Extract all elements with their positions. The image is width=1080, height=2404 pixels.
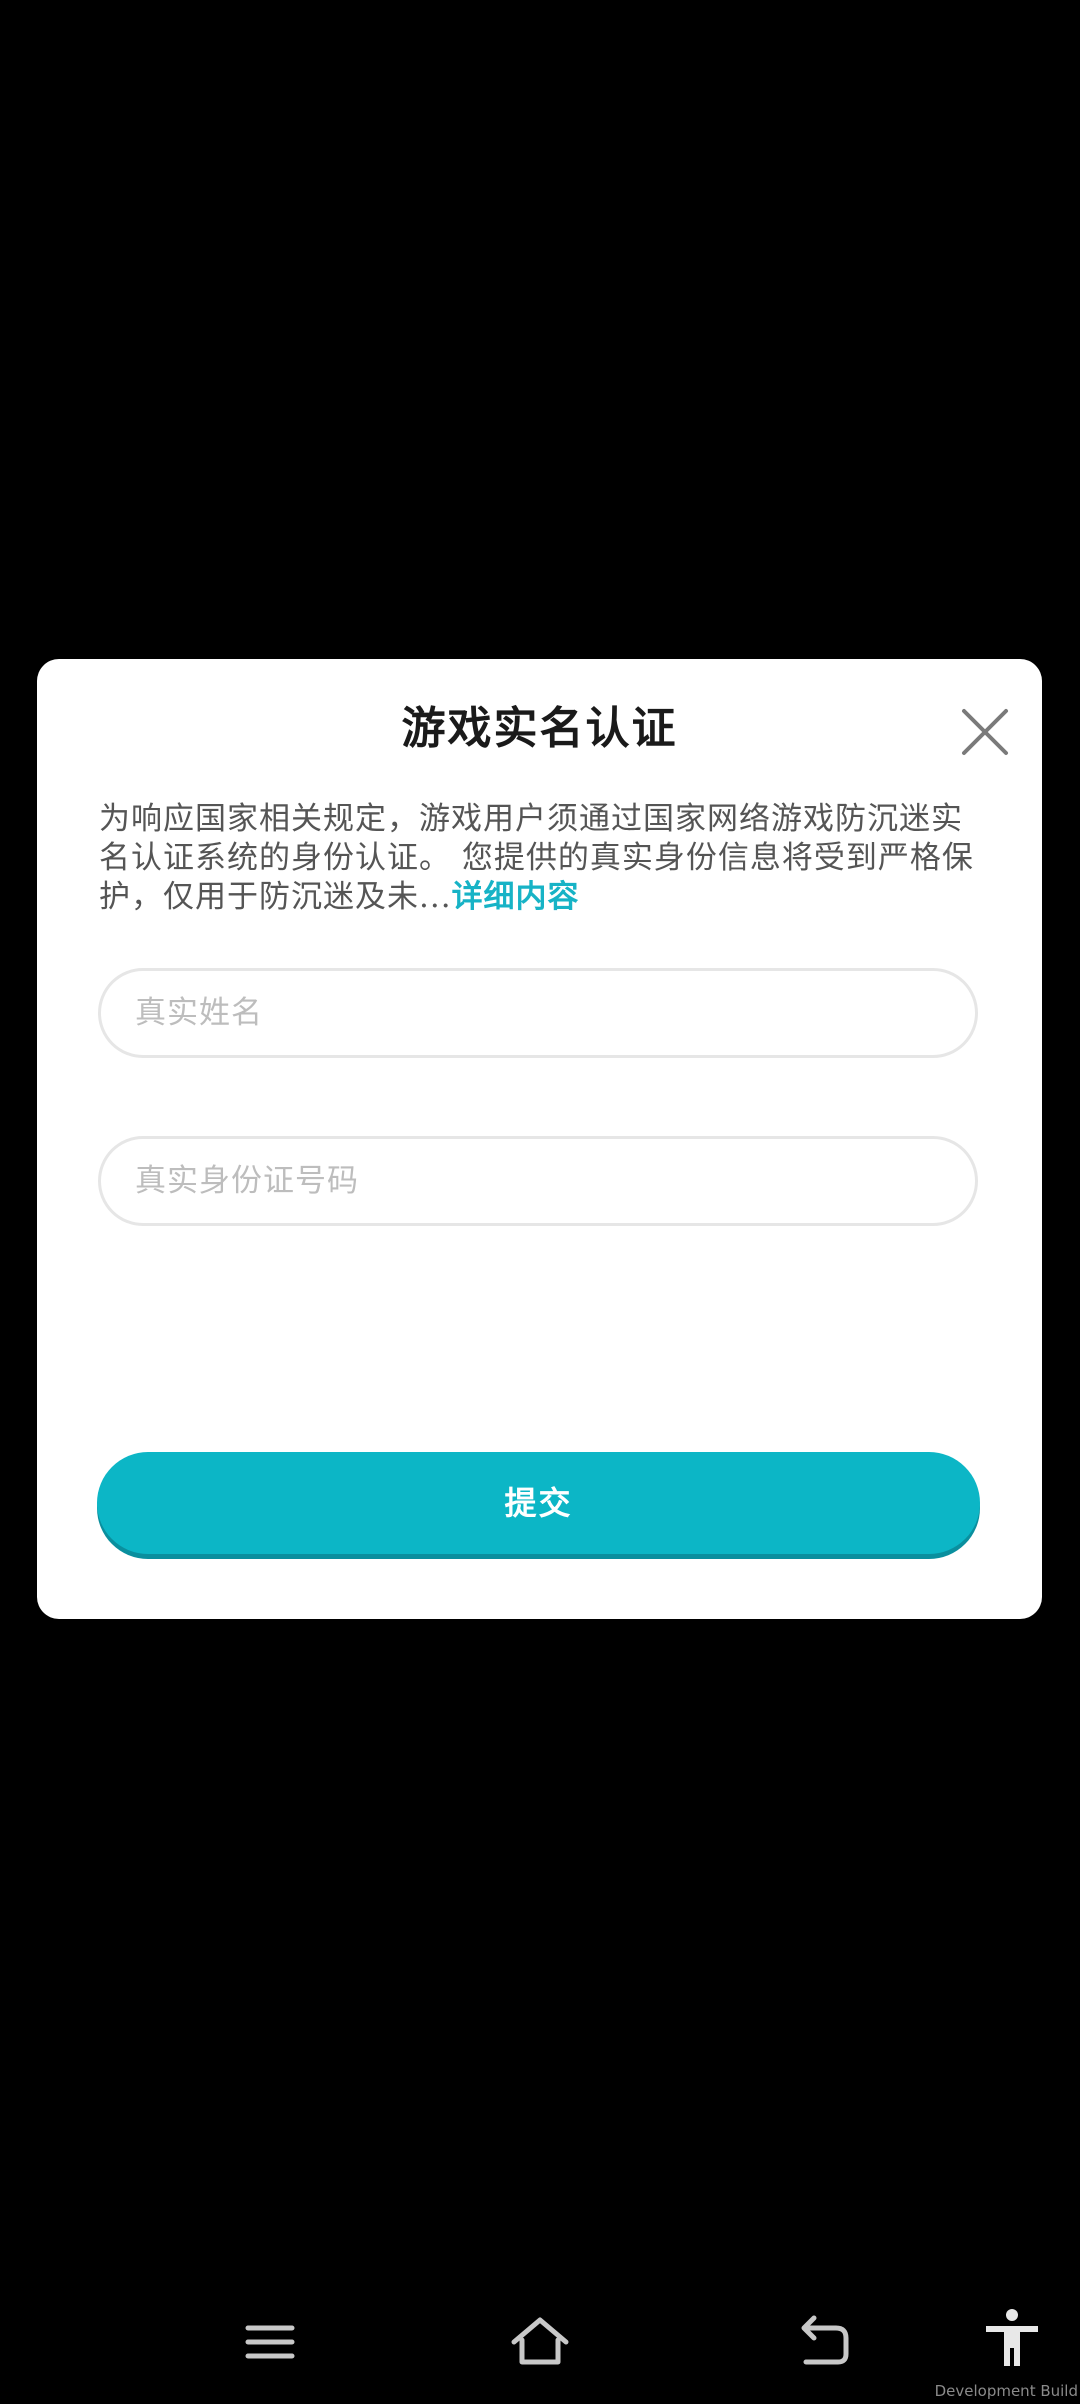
recent-apps-button[interactable] (238, 2310, 302, 2374)
system-navigation-bar: Development Build (0, 2290, 1080, 2404)
accessibility-button[interactable] (980, 2306, 1044, 2370)
home-button[interactable] (508, 2310, 572, 2374)
id-number-input[interactable] (135, 1139, 935, 1223)
menu-icon (245, 2325, 295, 2359)
close-button[interactable] (956, 703, 1014, 761)
notice-text: 为响应国家相关规定，游戏用户须通过国家网络游戏防沉迷实名认证系统的身份认证。 您… (99, 800, 979, 917)
realname-auth-dialog: 游戏实名认证 为响应国家相关规定，游戏用户须通过国家网络游戏防沉迷实名认证系统的… (37, 659, 1042, 1619)
id-number-field[interactable] (98, 1136, 978, 1226)
home-icon (511, 2317, 569, 2365)
back-icon (801, 2315, 849, 2365)
details-link[interactable]: 详细内容 (452, 879, 580, 915)
development-build-label: Development Build (934, 2382, 1078, 2400)
accessibility-icon (986, 2309, 1038, 2366)
close-icon (962, 709, 1008, 755)
submit-button[interactable]: 提交 (97, 1452, 980, 1554)
dialog-title: 游戏实名认证 (401, 703, 678, 754)
back-button[interactable] (792, 2310, 856, 2374)
screen: 游戏实名认证 为响应国家相关规定，游戏用户须通过国家网络游戏防沉迷实名认证系统的… (0, 0, 1080, 2404)
real-name-input[interactable] (135, 971, 935, 1055)
real-name-field[interactable] (98, 968, 978, 1058)
